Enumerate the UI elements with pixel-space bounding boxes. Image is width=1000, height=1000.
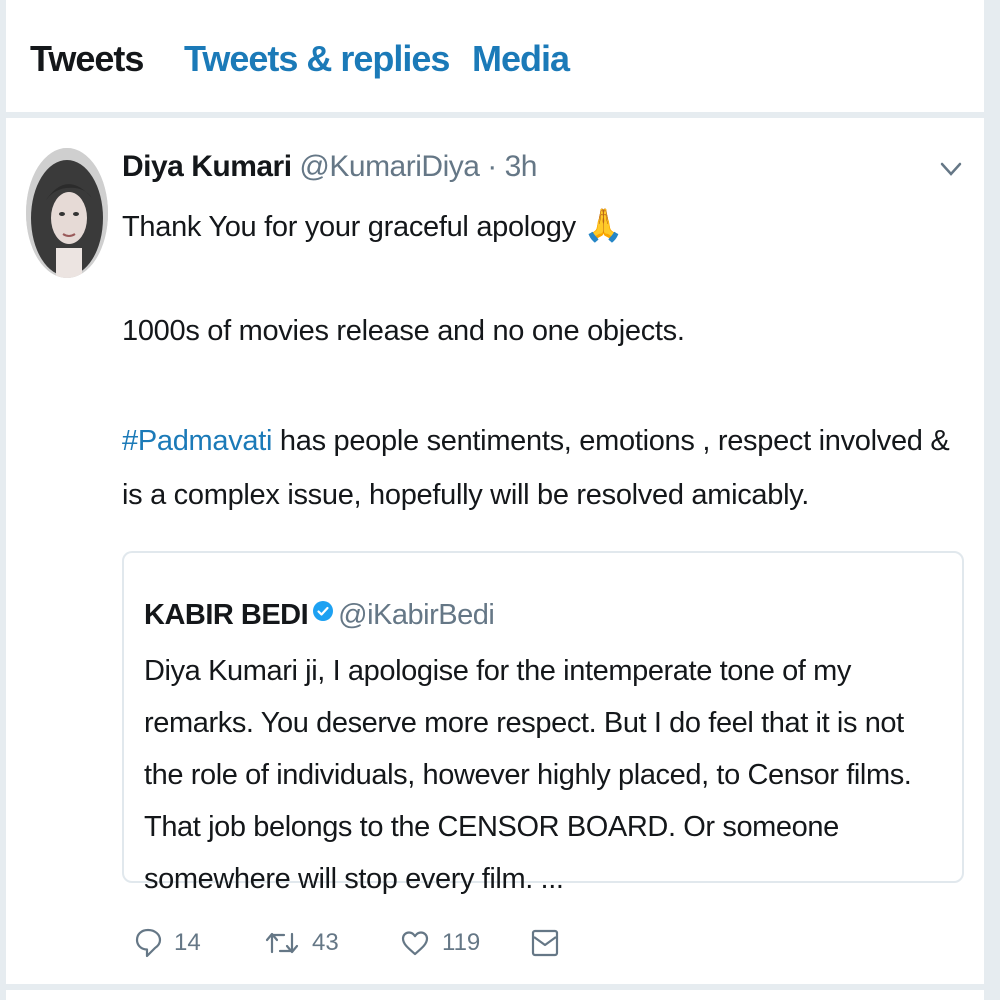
separator-dot: ·: [487, 150, 497, 183]
retweet-icon: [264, 928, 300, 958]
direct-message-button[interactable]: [530, 918, 560, 968]
tab-tweets-and-replies[interactable]: Tweets & replies: [184, 38, 450, 80]
retweet-count: 43: [312, 929, 339, 956]
heart-icon: [400, 929, 430, 957]
author-name[interactable]: Diya Kumari: [122, 150, 292, 183]
tweet-text-paragraph-2: 1000s of movies release and no one objec…: [122, 304, 962, 358]
tweet[interactable]: Diya Kumari @KumariDiya · 3h Thank You f…: [6, 118, 984, 990]
tweet-actions: 14 43 119: [122, 918, 722, 968]
profile-tabs: Tweets Tweets & replies Media: [6, 0, 984, 118]
retweet-button[interactable]: 43: [264, 918, 339, 968]
quoted-author-handle: @iKabirBedi: [338, 599, 495, 632]
tweet-text-para2: 1000s of movies release and no one objec…: [122, 315, 685, 347]
quoted-tweet-header: KABIR BEDI @iKabirBedi: [144, 597, 495, 636]
envelope-icon: [530, 926, 560, 960]
tab-tweets[interactable]: Tweets: [30, 38, 144, 80]
hashtag-link[interactable]: #Padmavati: [122, 425, 272, 457]
tweet-timestamp[interactable]: 3h: [505, 150, 538, 183]
tab-media[interactable]: Media: [472, 38, 570, 80]
quoted-author-name: KABIR BEDI: [144, 599, 309, 632]
avatar-image: [26, 148, 108, 278]
avatar[interactable]: [26, 148, 108, 278]
tweet-text-intro: Thank You for your graceful apology: [122, 211, 576, 243]
reply-button[interactable]: 14: [134, 918, 201, 968]
folded-hands-emoji-icon: 🙏: [583, 207, 624, 243]
reply-icon: [134, 927, 162, 959]
like-count: 119: [442, 929, 481, 956]
author-handle[interactable]: @KumariDiya: [299, 150, 480, 183]
tweet-text-line1: Thank You for your graceful apology 🙏: [122, 198, 962, 254]
verified-badge-icon: [312, 597, 334, 630]
tweet-header: Diya Kumari @KumariDiya · 3h: [122, 150, 537, 184]
profile-timeline: Tweets Tweets & replies Media Diya Kumar…: [6, 0, 985, 1000]
like-button[interactable]: 119: [400, 918, 480, 968]
quoted-tweet[interactable]: KABIR BEDI @iKabirBedi Diya Kumari ji, I …: [122, 551, 964, 895]
quoted-tweet-text: Diya Kumari ji, I apologise for the inte…: [144, 655, 912, 895]
chevron-down-icon[interactable]: [936, 156, 966, 180]
reply-count: 14: [174, 929, 201, 956]
tweet-text-paragraph-3: #Padmavati has people sentiments, emotio…: [122, 414, 962, 522]
